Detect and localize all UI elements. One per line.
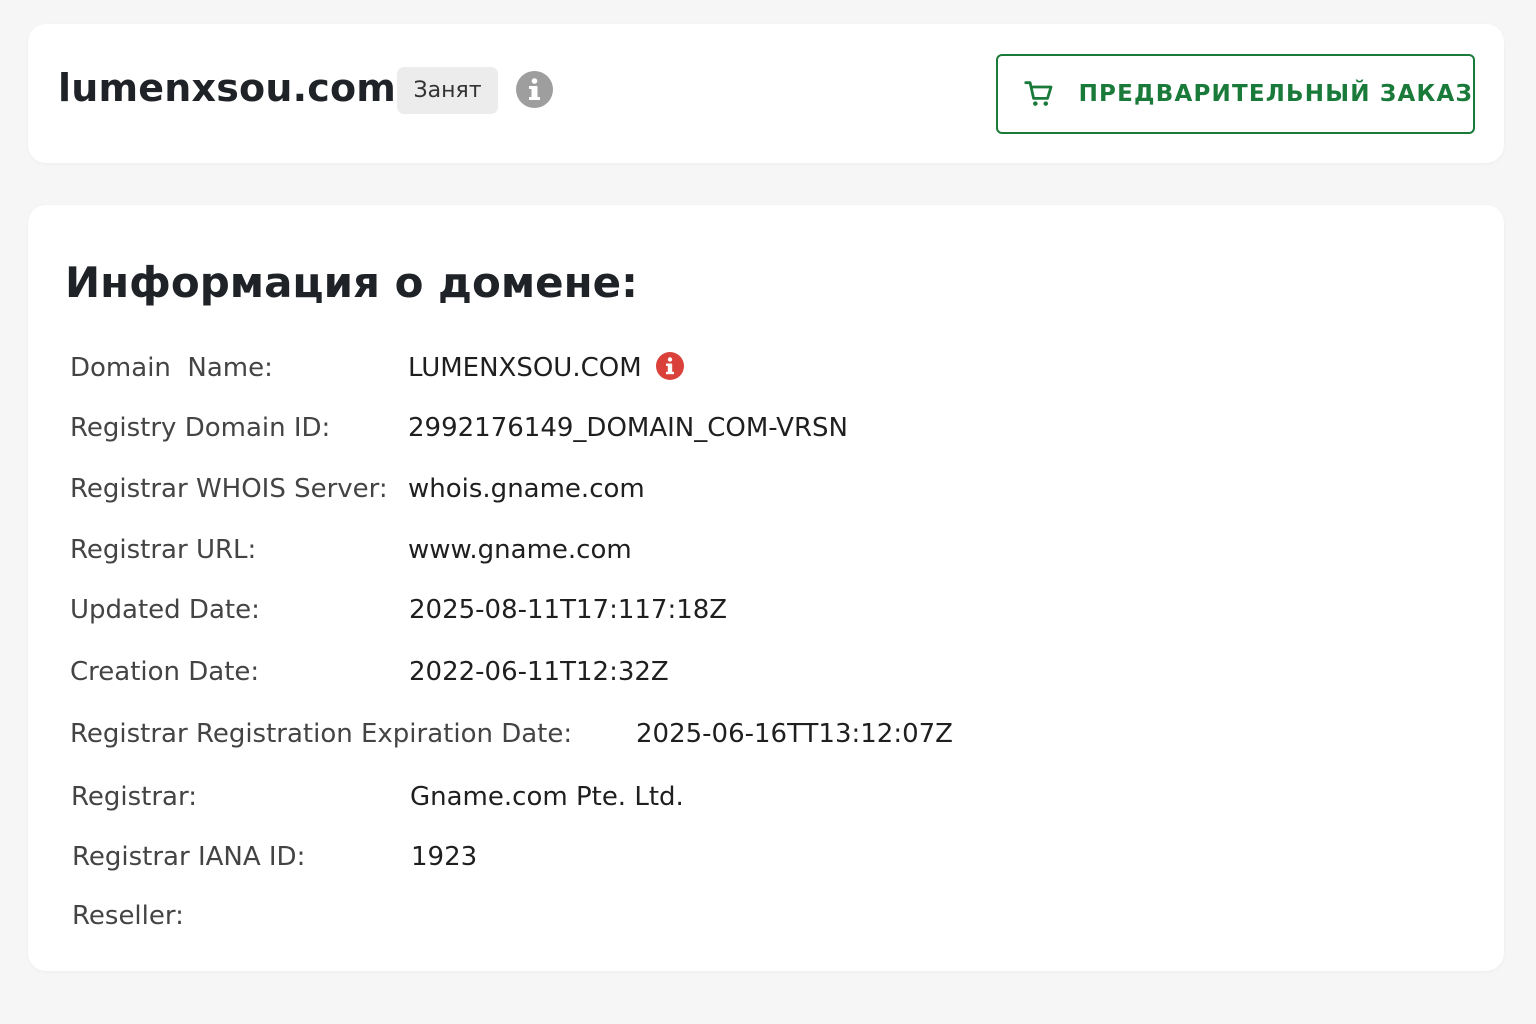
status-badge: Занят <box>397 67 498 114</box>
domain-header-card: lumenxsou.com Занят ПРЕДВАРИТЕЛЬНЫЙ ЗАКА… <box>28 24 1504 163</box>
row-value: 2025-06-16TT13:12:07Z <box>636 719 953 749</box>
row-value: whois.gname.com <box>408 474 645 504</box>
row-label: Registrar Registration Expiration Date: <box>70 719 573 749</box>
info-row-expiration-date: Registrar Registration Expiration Date: … <box>70 714 1470 754</box>
row-label: Registrar WHOIS Server: <box>70 474 388 504</box>
info-row-whois-server: Registrar WHOIS Server: whois.gname.com <box>70 469 1470 509</box>
preorder-button[interactable]: ПРЕДВАРИТЕЛЬНЫЙ ЗАКАЗ <box>996 54 1475 134</box>
info-icon[interactable] <box>516 71 553 108</box>
row-label: Registrar URL: <box>70 535 257 565</box>
row-value: LUMENXSOU.COM <box>408 348 684 388</box>
row-value: 1923 <box>411 842 478 872</box>
preorder-label: ПРЕДВАРИТЕЛЬНЫЙ ЗАКАЗ <box>1078 81 1473 107</box>
row-value: 2025-08-11T17:117:18Z <box>409 595 728 625</box>
section-title: Информация о домене: <box>65 258 638 307</box>
domain-info-card: Информация о домене: Domain Name: LUMENX… <box>28 205 1504 971</box>
info-row-updated-date: Updated Date: 2025-08-11T17:117:18Z <box>70 590 1470 630</box>
domain-title: lumenxsou.com <box>58 66 397 110</box>
info-row-reseller: Reseller: <box>72 896 1472 936</box>
row-label: Creation Date: <box>70 657 260 687</box>
row-label: Domain Name: <box>70 353 273 383</box>
info-row-registry-domain-id: Registry Domain ID: 2992176149_DOMAIN_CO… <box>70 408 1470 448</box>
row-label: Registrar: <box>71 782 197 812</box>
info-row-iana-id: Registrar IANA ID: 1923 <box>72 837 1472 877</box>
row-label: Registry Domain ID: <box>70 413 331 443</box>
row-value: 2022-06-11T12:32Z <box>409 657 669 687</box>
row-label: Registrar IANA ID: <box>72 842 306 872</box>
info-row-creation-date: Creation Date: 2022-06-11T12:32Z <box>70 652 1470 692</box>
row-value-text: LUMENXSOU.COM <box>408 353 642 383</box>
row-value: 2992176149_DOMAIN_COM-VRSN <box>408 413 848 443</box>
row-label: Updated Date: <box>70 595 260 625</box>
row-value: www.gname.com <box>408 535 632 565</box>
info-row-registrar: Registrar: Gname.com Pte. Ltd. <box>71 777 1471 817</box>
row-value: Gname.com Pte. Ltd. <box>410 782 684 812</box>
info-row-registrar-url: Registrar URL: www.gname.com <box>70 530 1470 570</box>
alert-info-icon[interactable] <box>655 351 684 380</box>
cart-icon <box>1024 81 1053 106</box>
row-label: Reseller: <box>72 901 184 931</box>
info-row-domain-name: Domain Name: LUMENXSOU.COM <box>70 348 1470 388</box>
